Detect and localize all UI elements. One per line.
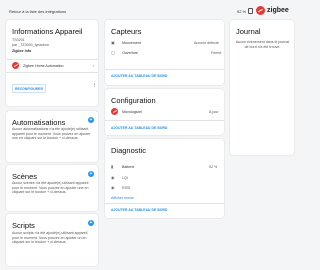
automations-title: Automatisations (12, 118, 66, 127)
eye-icon: ◉ (111, 185, 115, 190)
battery-icon: ▮ (111, 164, 114, 169)
add-automation-button[interactable]: + (88, 117, 94, 123)
info-divider (6, 59, 98, 60)
scripts-card: Scripts + Aucun scripts n'a été ajouté(e… (6, 214, 98, 266)
sensor-row-value: Aucune détecté (194, 41, 219, 45)
firmware-icon (111, 108, 118, 115)
info-divider-2 (6, 72, 98, 73)
configuration-card: Configuration Micrologiciel À jour AJOUT… (105, 89, 224, 135)
config-divider (105, 120, 224, 121)
diag-add-dashboard-button[interactable]: AJOUTER AU TABLEAU DE BORD (111, 208, 167, 212)
brand-name: zigbee (267, 7, 289, 14)
scenes-card: Scènes + Aucun scènes n'a été ajouté(e) … (6, 165, 98, 211)
diag-battery-value: 92 % (209, 165, 218, 169)
diag-battery-label[interactable]: Batterie (122, 165, 134, 170)
add-script-button[interactable]: + (88, 220, 94, 226)
battery-icon (248, 8, 253, 14)
config-add-dashboard-button[interactable]: AJOUTER AU TABLEAU DE BORD (111, 126, 167, 130)
scenes-title: Scènes (12, 172, 38, 181)
journal-card: Journal Aucun événement dans le journal … (230, 20, 294, 155)
diag-divider (105, 203, 224, 204)
automations-card: Automatisations + Aucun automatisations … (6, 111, 98, 162)
zha-logo-icon (12, 62, 19, 69)
diag-rssi-label[interactable]: RSSI (122, 186, 130, 191)
journal-title: Journal (236, 27, 261, 36)
configuration-title: Configuration (111, 96, 156, 105)
motion-sensor-icon: ▣ (111, 40, 115, 45)
automations-empty-text: Aucun automatisations n'a été ajouté(e) … (12, 127, 91, 141)
device-protocol: Zigbee info (12, 49, 32, 53)
scripts-title: Scripts (12, 221, 35, 230)
reconfigure-button[interactable]: RECONFIGURER (12, 84, 46, 93)
diag-lqi-label[interactable]: LQI (122, 176, 128, 181)
sensors-add-dashboard-button[interactable]: AJOUTER AU TABLEAU DE BORD (111, 74, 167, 78)
firmware-value: À jour (209, 109, 219, 114)
eye-icon: ◉ (111, 175, 115, 180)
add-scene-button[interactable]: + (88, 171, 94, 177)
top-bar: Retour à la liste des intégrations 92 % … (0, 0, 300, 22)
diagnostic-title: Diagnostic (111, 146, 147, 155)
door-sensor-icon: ▢ (111, 50, 115, 55)
sensor-row-label[interactable]: Mouvement (122, 41, 141, 46)
sensors-card: Capteurs ▣ Mouvement Aucune détecté ▢ Ou… (105, 20, 224, 85)
show-less-link[interactable]: Afficher moins (111, 196, 134, 201)
sensor-row-label[interactable]: Ouverture (122, 51, 138, 56)
device-manufacturer: par _TZ3000_fyndohcn (12, 42, 50, 47)
device-info-title: Informations Appareil (12, 27, 83, 36)
integration-link[interactable]: Zigbee Home Automation (23, 64, 64, 69)
firmware-label[interactable]: Micrologiciel (122, 110, 142, 115)
chevron-right-icon: › (93, 63, 95, 68)
zigbee-logo-icon (256, 6, 265, 15)
scenes-empty-text: Aucun scènes n'a été ajouté(e) utilisant… (12, 181, 89, 195)
device-info-card: Informations Appareil TS0201 par _TZ3000… (6, 20, 98, 106)
sensor-row-value: Fermé (211, 51, 222, 55)
sensors-divider (105, 69, 224, 70)
battery-level: 92 % (237, 9, 247, 14)
scripts-empty-text: Aucun scripts n'a été ajouté(e) utilisan… (12, 231, 88, 245)
sensors-title: Capteurs (111, 27, 142, 36)
more-options-icon[interactable]: ⋮ (93, 83, 97, 88)
journal-empty-text: Aucun événement dans le journal de bord … (235, 40, 290, 49)
diagnostic-card: Diagnostic ▮ Batterie 92 % ◉ LQI ◉ RSSI … (105, 139, 224, 218)
back-link[interactable]: Retour à la liste des intégrations (9, 9, 66, 14)
